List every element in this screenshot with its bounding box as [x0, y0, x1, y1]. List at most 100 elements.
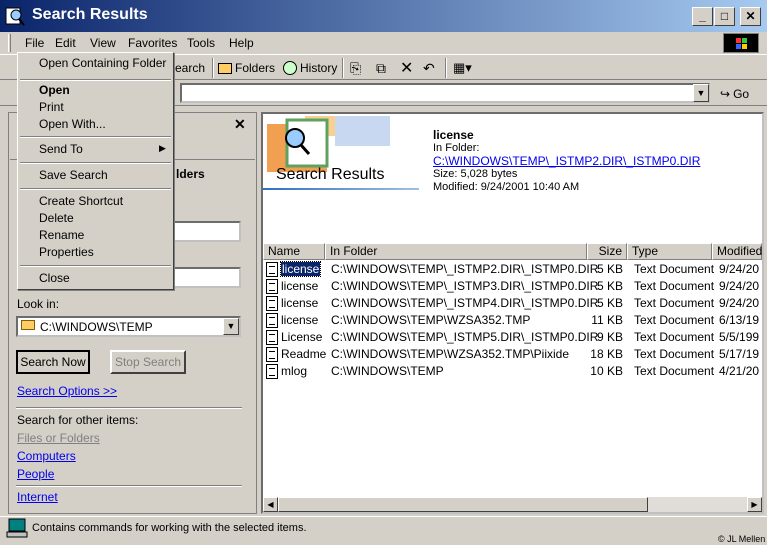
cell-in-folder: C:\WINDOWS\TEMP\WZSA352.TMP: [331, 313, 531, 327]
menu-separator: [20, 265, 171, 267]
column-header-in-folder[interactable]: In Folder: [325, 243, 587, 260]
cell-size: 10 KB: [590, 364, 623, 378]
views-icon[interactable]: ▦▾: [453, 58, 472, 78]
cell-type: Text Document: [634, 347, 715, 361]
maximize-button[interactable]: □: [714, 7, 735, 26]
cell-in-folder: C:\WINDOWS\TEMP\WZSA352.TMP\Piixide: [331, 347, 570, 361]
cell-in-folder: C:\WINDOWS\TEMP\_ISTMP4.DIR\_ISTMP0.DIR: [331, 296, 599, 310]
divider: [16, 485, 242, 487]
named-input[interactable]: [172, 221, 241, 242]
cell-size: 5 KB: [596, 262, 623, 276]
cell-name: license: [279, 261, 322, 277]
table-row[interactable]: License C:\WINDOWS\TEMP\_ISTMP5.DIR\_ISTM…: [263, 329, 762, 346]
column-header-name[interactable]: Name: [263, 243, 325, 260]
banner-underline: [263, 188, 419, 190]
cell-name: license: [281, 296, 319, 310]
cell-type: Text Document: [634, 313, 715, 327]
cell-modified: 4/21/20: [719, 364, 760, 378]
results-list: license C:\WINDOWS\TEMP\_ISTMP2.DIR\_ISTM…: [263, 261, 762, 497]
menu-properties[interactable]: Properties: [39, 245, 94, 259]
internet-link[interactable]: Internet: [17, 490, 58, 504]
menu-delete[interactable]: Delete: [39, 211, 74, 225]
file-menu: Open Containing Folder Open Print Open W…: [17, 52, 174, 290]
scroll-right-icon[interactable]: ▶: [747, 497, 762, 512]
cell-type: Text Document: [634, 279, 715, 293]
cell-in-folder: C:\WINDOWS\TEMP\_ISTMP2.DIR\_ISTMP0.DIR: [331, 262, 599, 276]
people-link[interactable]: People: [17, 467, 54, 481]
scroll-left-icon[interactable]: ◀: [263, 497, 278, 512]
table-row[interactable]: license C:\WINDOWS\TEMP\_ISTMP2.DIR\_ISTM…: [263, 261, 762, 278]
table-row[interactable]: license C:\WINDOWS\TEMP\_ISTMP4.DIR\_ISTM…: [263, 295, 762, 312]
table-row[interactable]: Readme C:\WINDOWS\TEMP\WZSA352.TMP\Piixid…: [263, 346, 762, 363]
cell-in-folder: C:\WINDOWS\TEMP\_ISTMP3.DIR\_ISTMP0.DIR: [331, 279, 599, 293]
menu-file[interactable]: File: [25, 36, 44, 50]
cell-modified: 6/13/19: [719, 313, 760, 327]
column-header-size[interactable]: Size: [587, 243, 627, 260]
toolbar-separator: [445, 58, 447, 78]
text-document-icon: [266, 296, 278, 311]
search-options-link[interactable]: Search Options >>: [17, 384, 117, 398]
menu-rename[interactable]: Rename: [39, 228, 84, 242]
minimize-button[interactable]: _: [692, 7, 713, 26]
search-now-button[interactable]: Search Now: [16, 350, 90, 374]
delete-icon[interactable]: ✕: [400, 58, 413, 78]
cell-in-folder: C:\WINDOWS\TEMP\_ISTMP5.DIR\_ISTMP0.DIR: [331, 330, 599, 344]
menu-separator: [20, 188, 171, 190]
cell-size: 9 KB: [596, 330, 623, 344]
menu-create-shortcut[interactable]: Create Shortcut: [39, 194, 123, 208]
menu-favorites[interactable]: Favorites: [128, 36, 177, 50]
file-size: Size: 5,028 bytes: [433, 168, 518, 180]
cell-modified: 9/24/20: [719, 296, 760, 310]
text-document-icon: [266, 279, 278, 294]
menu-close[interactable]: Close: [39, 271, 70, 285]
column-header-modified[interactable]: Modified: [712, 243, 762, 260]
menu-open-with[interactable]: Open With...: [39, 117, 106, 131]
text-document-icon: [266, 313, 278, 328]
copy-to-icon[interactable]: ⧉: [376, 58, 386, 78]
table-row[interactable]: license C:\WINDOWS\TEMP\_ISTMP3.DIR\_ISTM…: [263, 278, 762, 295]
menu-view[interactable]: View: [90, 36, 116, 50]
containing-text-input[interactable]: [172, 267, 241, 288]
menu-open[interactable]: Open: [39, 83, 70, 97]
history-button[interactable]: History: [283, 58, 337, 78]
table-row[interactable]: mlog C:\WINDOWS\TEMP 10 KB Text Document 4/2…: [263, 363, 762, 380]
folder-icon: [21, 320, 35, 330]
text-document-icon: [266, 364, 278, 379]
move-to-icon[interactable]: ⎘: [350, 58, 361, 78]
menubar-grip: [8, 34, 11, 52]
cell-size: 18 KB: [590, 347, 623, 361]
status-text: Contains commands for working with the s…: [32, 522, 307, 534]
cell-type: Text Document: [634, 364, 715, 378]
menu-print[interactable]: Print: [39, 100, 64, 114]
go-button[interactable]: ↪ Go: [720, 84, 760, 104]
credit-text: © JL Mellen: [718, 534, 766, 544]
column-header-type[interactable]: Type: [627, 243, 712, 260]
computers-link[interactable]: Computers: [17, 449, 76, 463]
close-button[interactable]: ✕: [740, 7, 761, 26]
folders-icon: [218, 62, 232, 74]
look-in-dropdown-icon[interactable]: ▼: [223, 318, 239, 335]
address-dropdown-button[interactable]: ▼: [693, 84, 709, 102]
menu-help[interactable]: Help: [229, 36, 254, 50]
cell-modified: 9/24/20: [719, 279, 760, 293]
menu-save-search[interactable]: Save Search: [39, 168, 108, 182]
menu-edit[interactable]: Edit: [55, 36, 76, 50]
files-or-folders-link[interactable]: Files or Folders: [17, 431, 100, 445]
submenu-arrow-icon: ▶: [159, 143, 166, 153]
menu-tools[interactable]: Tools: [187, 36, 215, 50]
undo-icon[interactable]: ↶: [423, 58, 435, 78]
close-pane-icon[interactable]: ✕: [234, 116, 246, 133]
table-row[interactable]: license C:\WINDOWS\TEMP\WZSA352.TMP 11 KB T…: [263, 312, 762, 329]
in-folder-link[interactable]: C:\WINDOWS\TEMP\_ISTMP2.DIR\_ISTMP0.DIR: [433, 154, 700, 168]
menu-separator: [20, 162, 171, 164]
address-input[interactable]: [180, 83, 710, 103]
menu-send-to[interactable]: Send To: [39, 142, 83, 156]
scroll-thumb[interactable]: [278, 497, 648, 512]
look-in-value: C:\WINDOWS\TEMP: [40, 320, 153, 334]
horizontal-scrollbar[interactable]: ◀ ▶: [263, 497, 762, 512]
folders-button[interactable]: Folders: [218, 58, 275, 78]
cell-type: Text Document: [634, 262, 715, 276]
window-title: Search Results: [32, 6, 148, 23]
menu-open-containing-folder[interactable]: Open Containing Folder: [39, 56, 166, 70]
cell-name: License: [281, 330, 323, 344]
